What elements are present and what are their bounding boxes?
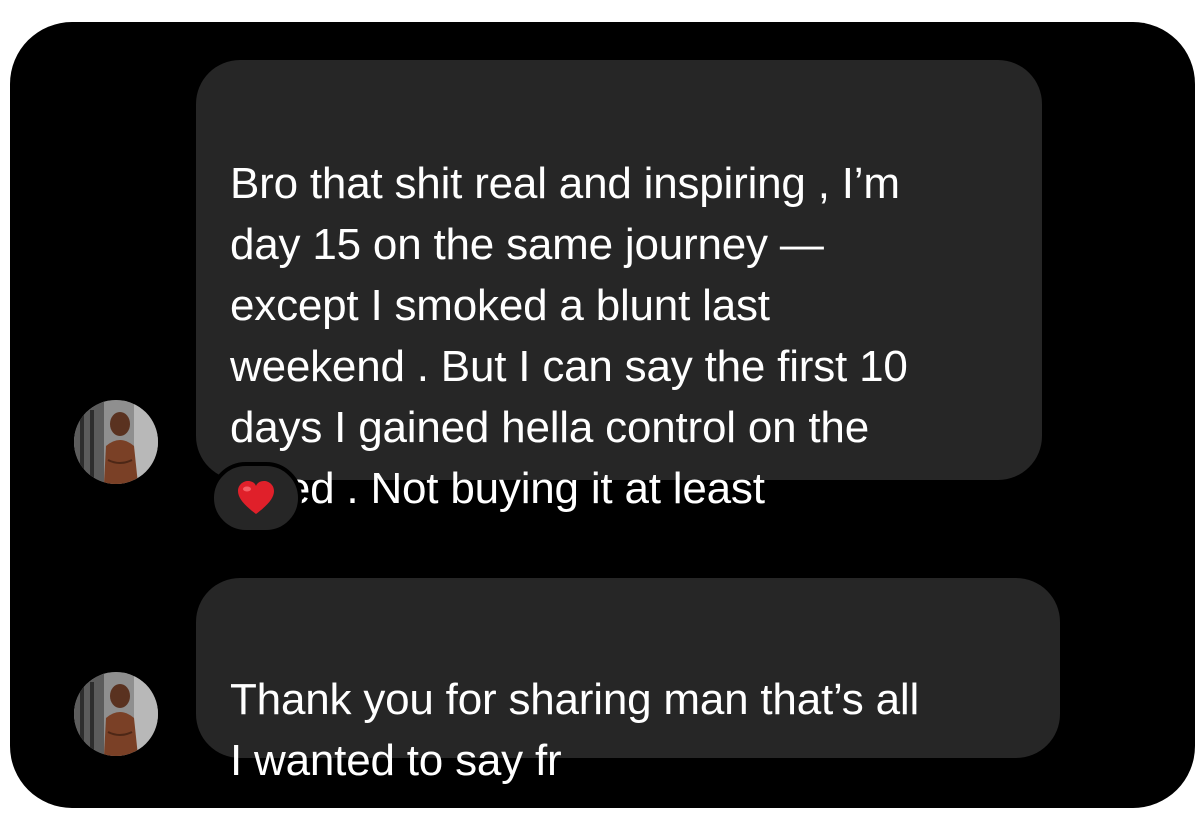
message-bubble[interactable]: Thank you for sharing man that’s all I w… (196, 578, 1060, 785)
message-text: Bro that shit real and inspiring , I’m d… (230, 159, 908, 513)
sender-avatar[interactable] (74, 672, 158, 756)
chat-thread: Bro that shit real and inspiring , I’m d… (10, 22, 1195, 808)
message-text: Thank you for sharing man that’s all I w… (230, 675, 920, 785)
avatar-photo (74, 672, 158, 756)
message-bubble[interactable]: Bro that shit real and inspiring , I’m d… (196, 60, 1042, 513)
avatar-photo (74, 400, 158, 484)
heart-icon (238, 481, 274, 514)
sender-avatar[interactable] (74, 400, 158, 484)
reaction-badge[interactable] (210, 462, 302, 534)
